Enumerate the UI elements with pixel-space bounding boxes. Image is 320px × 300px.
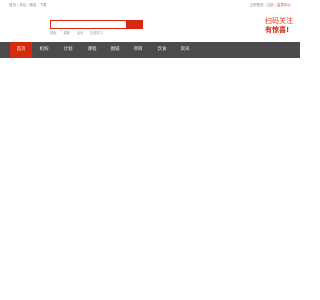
top-right-links: 立即登录|注册|会员中心 [250,3,291,8]
nav-item-projects[interactable]: 项目 [127,42,149,58]
hot-word[interactable]: 搜索 [50,31,56,36]
nav-item-diet[interactable]: 饮食 [151,42,173,58]
promo-line-1: 扫码关注 [265,17,293,25]
top-link-download[interactable]: 下载 [40,3,47,8]
hot-words: 搜索 课程 活动 在线学习 [50,31,150,36]
hot-word[interactable]: 在线学习 [90,31,103,36]
promo-line-2: 有惊喜! [265,26,290,34]
login-link[interactable]: 立即登录 [250,3,264,8]
register-link[interactable]: 注册 [267,3,274,8]
hot-word[interactable]: 活动 [77,31,83,36]
search-button[interactable] [126,20,143,29]
member-center-link[interactable]: 会员中心 [277,3,291,8]
nav-item-city[interactable]: 图城 [104,42,126,58]
main-nav: 首页 机构 计划 课程 图城 项目 饮食 资讯 [0,42,300,58]
search-bar [50,20,143,29]
top-left-links: 首页|本站|微信|下载 [9,3,47,8]
nav-item-courses[interactable]: 课程 [81,42,103,58]
nav-item-news[interactable]: 资讯 [174,42,196,58]
top-link-wechat[interactable]: 微信 [29,3,36,8]
nav-item-home[interactable]: 首页 [10,42,32,58]
top-link-site[interactable]: 本站 [19,3,26,8]
top-bar: 首页|本站|微信|下载 立即登录|注册|会员中心 [0,0,300,14]
promo-banner: 扫码关注 有惊喜! [265,17,295,39]
top-link-home[interactable]: 首页 [9,3,16,8]
search-input[interactable] [50,20,127,29]
nav-item-plans[interactable]: 计划 [57,42,79,58]
nav-item-institutions[interactable]: 机构 [33,42,55,58]
hot-word[interactable]: 课程 [63,31,69,36]
